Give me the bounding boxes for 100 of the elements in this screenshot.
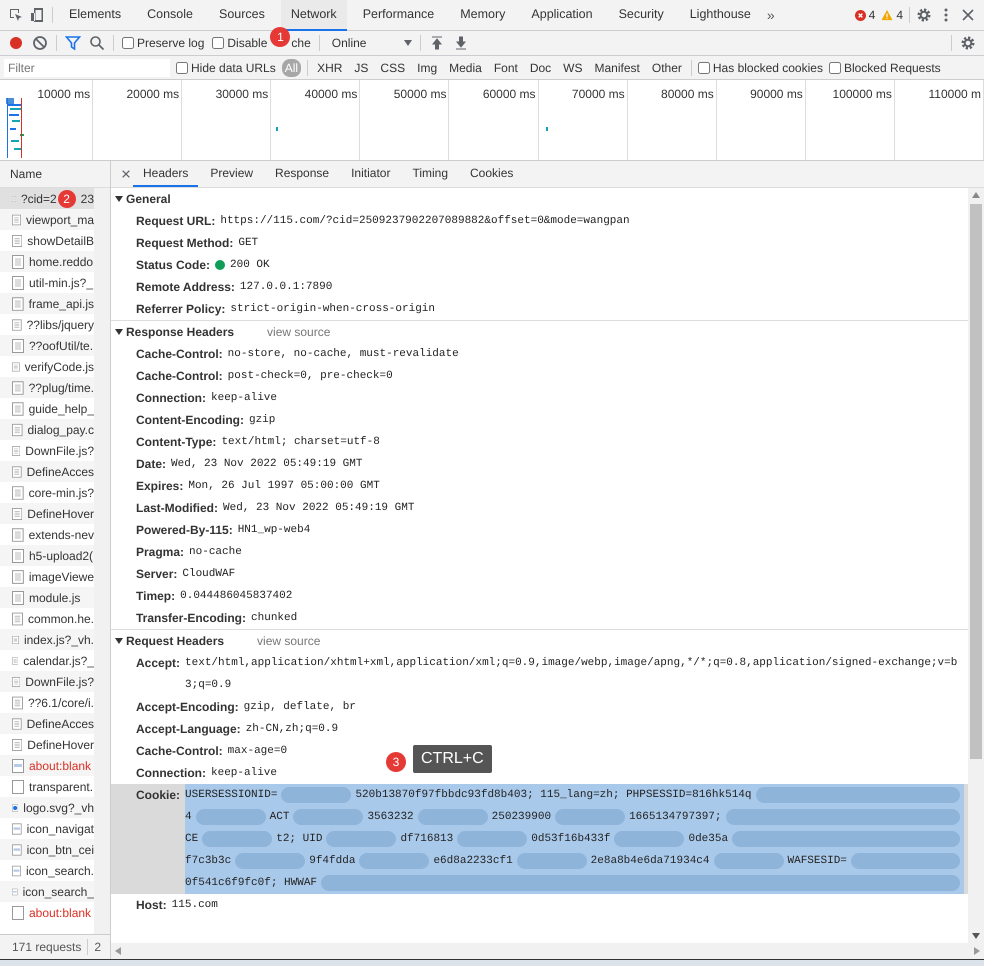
request-row[interactable]: icon_btn_cei <box>0 839 94 860</box>
clear-icon[interactable] <box>32 35 48 51</box>
view-source-link[interactable]: view source <box>267 325 330 339</box>
request-name: icon_btn_cei <box>26 842 94 856</box>
hide-data-urls-checkbox[interactable] <box>176 62 188 74</box>
type-filter-button[interactable]: Font <box>490 58 521 76</box>
cookie-value-fragment: e6d8a2233cf1 <box>433 854 513 869</box>
filter-icon[interactable] <box>65 35 81 51</box>
request-row[interactable]: logo.svg?_vh <box>0 797 94 818</box>
close-icon[interactable] <box>960 7 976 23</box>
scrollbar-thumb[interactable] <box>970 204 982 759</box>
time-tick: 50000 ms <box>394 87 446 101</box>
panel-tab[interactable]: Elements <box>59 0 132 30</box>
inspect-icon[interactable] <box>8 7 24 23</box>
panel-tab[interactable]: Network <box>280 0 347 30</box>
request-row[interactable]: ??plug/time. <box>0 377 94 398</box>
preserve-log-checkbox[interactable] <box>122 37 134 49</box>
request-row[interactable]: guide_help_ <box>0 398 94 419</box>
request-row[interactable]: about:blank <box>0 755 94 776</box>
search-icon[interactable] <box>89 35 105 51</box>
request-row[interactable]: index.js?_vh. <box>0 629 94 650</box>
request-row[interactable]: imageViewe <box>0 566 94 587</box>
request-row[interactable]: icon_navigat <box>0 818 94 839</box>
request-row[interactable]: home.reddo <box>0 251 94 272</box>
type-filter-button[interactable]: JS <box>351 58 372 76</box>
settings-icon[interactable] <box>916 7 932 23</box>
request-row[interactable]: verifyCode.js <box>0 356 94 377</box>
request-row[interactable]: viewport_ma <box>0 209 94 230</box>
type-filter-button[interactable]: CSS <box>377 58 408 76</box>
request-row[interactable]: extends-nev <box>0 524 94 545</box>
type-filter-button[interactable]: Img <box>414 58 440 76</box>
request-name: about:blank <box>29 906 92 920</box>
type-filter-button[interactable]: Doc <box>526 58 554 76</box>
warning-icon <box>881 10 894 20</box>
request-row[interactable]: about:blank <box>0 902 94 923</box>
section-title[interactable]: Response Headers <box>126 325 234 339</box>
redaction-mark <box>516 853 587 869</box>
section-title[interactable]: General <box>126 192 171 206</box>
request-row[interactable]: util-min.js?_ <box>0 272 94 293</box>
section-title[interactable]: Request Headers <box>126 634 224 648</box>
type-filter-button[interactable]: Media <box>446 58 485 76</box>
request-row[interactable]: ??6.1/core/i. <box>0 692 94 713</box>
throttling-dropdown[interactable]: Online <box>328 36 412 50</box>
device-icon[interactable] <box>30 7 46 23</box>
expand-triangle-icon[interactable] <box>115 328 123 336</box>
type-filter-button[interactable]: WS <box>560 58 586 76</box>
document-icon <box>12 696 23 710</box>
record-button[interactable] <box>8 35 24 51</box>
request-row[interactable]: DownFile.js? <box>0 671 94 692</box>
request-row[interactable]: DefineAcces <box>0 461 94 482</box>
document-icon <box>12 570 24 584</box>
scroll-up-icon[interactable] <box>972 192 980 198</box>
request-row[interactable]: dialog_pay.c <box>0 419 94 440</box>
request-row[interactable]: h5-upload2( <box>0 545 94 566</box>
request-row[interactable]: icon_search. <box>0 860 94 881</box>
panel-tab[interactable]: Memory <box>450 0 516 30</box>
type-filter-button[interactable]: Manifest <box>592 58 643 76</box>
detail-tab[interactable]: Headers <box>133 161 198 187</box>
panel-tab[interactable]: Console <box>137 0 203 30</box>
request-row[interactable]: DefineHover <box>0 734 94 755</box>
detail-tab[interactable]: Initiator <box>341 161 400 187</box>
expand-triangle-icon[interactable] <box>115 637 123 645</box>
panel-tab[interactable]: Application <box>521 0 603 30</box>
type-filter-button[interactable]: XHR <box>314 58 346 76</box>
request-row[interactable]: frame_api.js <box>0 293 94 314</box>
close-icon[interactable] <box>121 169 131 179</box>
request-row[interactable]: showDetailB <box>0 230 94 251</box>
request-row[interactable]: core-min.js? <box>0 482 94 503</box>
panel-tab[interactable]: Lighthouse <box>680 0 761 30</box>
request-row[interactable]: ??oofUtil/te. <box>0 335 94 356</box>
more-tabs-button[interactable]: » <box>766 7 775 23</box>
detail-tab[interactable]: Preview <box>200 161 264 187</box>
request-row[interactable]: DownFile.js? <box>0 440 94 461</box>
request-row[interactable]: ??libs/jquery <box>0 314 94 335</box>
detail-tab[interactable]: Response <box>265 161 340 187</box>
request-row[interactable]: DefineAcces <box>0 713 94 734</box>
detail-tab[interactable]: Timing <box>402 161 458 187</box>
request-row[interactable]: common.he. <box>0 608 94 629</box>
request-row[interactable]: DefineHover <box>0 503 94 524</box>
detail-tab[interactable]: Cookies <box>460 161 524 187</box>
column-header[interactable]: Name <box>0 161 110 188</box>
blocked-requests-checkbox[interactable] <box>828 62 841 74</box>
request-name: core-min.js? <box>28 486 94 500</box>
request-row[interactable]: module.js <box>0 587 94 608</box>
type-filter-button[interactable]: Other <box>648 58 685 76</box>
redaction-mark <box>202 831 272 847</box>
blocked-cookies-checkbox[interactable] <box>698 62 710 74</box>
disable-cache-checkbox[interactable] <box>212 37 224 49</box>
request-row[interactable]: calendar.js?_ <box>0 650 94 671</box>
request-row[interactable]: icon_search_ <box>0 881 94 902</box>
request-row[interactable]: ?cid=2 2 23 <box>0 188 94 209</box>
view-source-link[interactable]: view source <box>257 634 320 648</box>
expand-triangle-icon[interactable] <box>115 195 123 203</box>
scroll-down-icon[interactable] <box>972 933 980 939</box>
settings-icon[interactable] <box>960 35 976 51</box>
panel-tab[interactable]: Security <box>608 0 674 30</box>
panel-tab[interactable]: Performance <box>352 0 444 30</box>
filter-field[interactable]: Filter <box>4 58 170 76</box>
request-name: DefineAcces <box>26 464 94 478</box>
request-row[interactable]: transparent. <box>0 776 94 797</box>
